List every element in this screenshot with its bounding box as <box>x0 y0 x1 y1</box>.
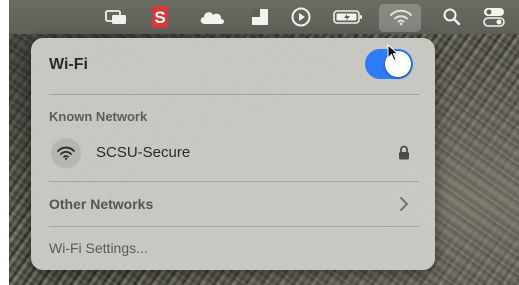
battery-icon[interactable] <box>331 7 365 27</box>
known-network-heading: Known Network <box>49 109 148 124</box>
network-name: SCSU-Secure <box>96 144 191 161</box>
other-networks-item[interactable]: Other Networks <box>49 196 153 212</box>
known-network-item[interactable]: SCSU-Secure <box>41 136 421 170</box>
divider <box>49 226 419 227</box>
menu-bar: S <box>9 0 519 34</box>
wifi-icon <box>57 146 75 160</box>
divider <box>49 94 419 95</box>
wifi-signal-badge <box>51 138 81 168</box>
display-icon[interactable] <box>103 7 129 27</box>
wifi-settings-link[interactable]: Wi-Fi Settings... <box>49 240 148 256</box>
control-center-icon[interactable] <box>481 7 507 27</box>
play-icon[interactable] <box>289 7 313 27</box>
wifi-menu-panel: Wi-Fi Known Network SCSU-Secure Other Ne… <box>31 38 435 270</box>
chevron-right-icon[interactable] <box>399 196 409 217</box>
mouse-cursor-icon <box>387 43 400 67</box>
cloud-icon[interactable] <box>197 7 227 27</box>
desktop: S Wi-Fi Known Network SCSU-Secure Other … <box>9 0 519 285</box>
wifi-icon[interactable] <box>389 7 413 27</box>
svg-text:S: S <box>154 8 165 27</box>
search-icon[interactable] <box>441 7 463 27</box>
divider <box>49 181 419 182</box>
dropbox-icon[interactable] <box>249 7 271 27</box>
wifi-panel-title: Wi-Fi <box>49 56 88 73</box>
s-app-icon[interactable]: S <box>149 6 171 28</box>
lock-icon <box>398 145 410 165</box>
